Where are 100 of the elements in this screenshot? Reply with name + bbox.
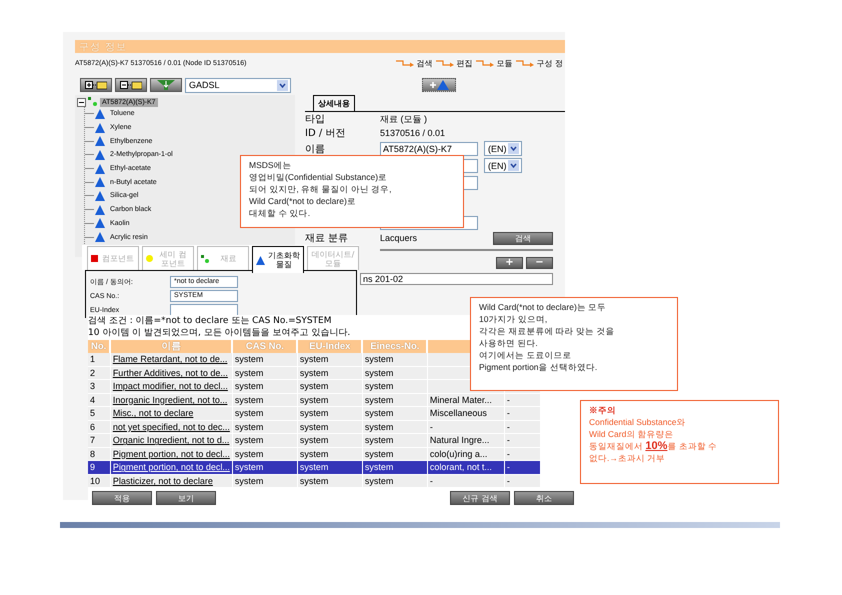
callout-text: Wild Card(*not to declare)는 모두 10가지가 있으며, 각각은 재료분류에 따라 맞는 것을 사용하면 된다. 여기에서는 도료이므로 Pigment portion을 선택하였다. — [479, 301, 614, 373]
table-cell: 8 — [90, 448, 96, 459]
tab[interactable]: 상세내용 — [313, 95, 355, 111]
table-cell: - — [430, 476, 433, 486]
table-cell: - — [430, 422, 433, 432]
language-dropdown[interactable]: (EN) — [484, 141, 522, 156]
result-summary: 10 아이템 이 발견되었으며, 모든 아이템들을 보여주고 있습니다. — [88, 327, 350, 339]
table-cell: colorant, not t... — [430, 462, 492, 472]
triangle-icon — [95, 136, 105, 146]
field-label: ID / 버전 — [305, 128, 346, 139]
field-label: 이름 — [305, 144, 325, 154]
table-cell: system — [364, 408, 394, 418]
table-cell: system — [364, 354, 394, 364]
table-cell: system — [300, 476, 328, 486]
table-cell: system — [234, 394, 264, 405]
table-cell: Miscellaneous — [430, 408, 487, 418]
table-cell: system — [364, 476, 394, 486]
triangle-icon — [95, 232, 105, 242]
action-button[interactable]: 적용 — [92, 491, 152, 505]
breadcrumb-link[interactable]: 검색 — [416, 58, 432, 68]
table-cell: system — [300, 408, 328, 418]
table-cell: system — [234, 422, 264, 432]
minus-folder-icon — [120, 80, 142, 90]
caret-icon — [508, 143, 519, 154]
funnel-icon — [157, 80, 175, 90]
table-cell: system — [300, 354, 328, 364]
table-cell: system — [364, 381, 394, 392]
expand-all-button[interactable] — [80, 78, 112, 92]
table-cell: system — [234, 462, 264, 472]
table-cell: system — [300, 435, 328, 446]
table-cell: system — [234, 476, 264, 486]
table-cell: system — [364, 448, 394, 459]
table-cell: system — [234, 408, 264, 418]
filter-button[interactable] — [150, 78, 182, 92]
table-cell: system — [364, 394, 394, 405]
node-dots-icon — [88, 97, 98, 107]
table-cell: system — [300, 394, 328, 405]
step-arrow-icon — [516, 59, 534, 67]
table-cell: colo(u)ring a... — [430, 448, 488, 459]
breadcrumb-link[interactable]: 모듈 — [496, 58, 512, 68]
collapse-all-button[interactable] — [115, 78, 147, 92]
breadcrumb-link[interactable]: 편집 — [456, 58, 472, 68]
table-cell: 9 — [90, 462, 96, 472]
table-cell: system — [300, 368, 328, 378]
field-value: Lacquers — [380, 233, 418, 243]
input-field[interactable] — [170, 304, 238, 316]
tab[interactable]: 기초화학물질 — [252, 246, 304, 273]
table-cell: - — [506, 394, 510, 405]
square-icon — [91, 255, 98, 262]
field-value: 재료 (모듈 ) — [380, 112, 427, 126]
table-cell: system — [234, 448, 264, 459]
table-cell: system — [234, 381, 264, 392]
table-cell: 2 — [90, 368, 96, 378]
table-cell: system — [300, 422, 328, 432]
table-cell: - — [506, 476, 510, 486]
table-cell: 6 — [90, 422, 96, 432]
regulation-field[interactable]: ns 201-02 — [360, 273, 553, 285]
step-arrow-icon — [436, 59, 454, 67]
field-label: 재료 분류 — [305, 233, 348, 244]
list-button[interactable]: − — [526, 257, 553, 269]
callout-text: MSDS에는 영업비밀(Confidential Substance)로 되어 있지만, 유해 물질이 아닌 경우, Wild Card(*not to declare)로 대체할 수 있다. — [249, 159, 392, 219]
table-cell: 7 — [90, 435, 96, 446]
triangle-icon — [95, 150, 105, 160]
step-arrow-icon — [476, 59, 494, 67]
table-cell: system — [364, 462, 394, 472]
action-button[interactable]: 보기 — [156, 491, 216, 505]
language-dropdown[interactable]: (EN) — [484, 158, 522, 173]
action-button[interactable]: 취소 — [514, 491, 574, 505]
callout-title: ※주의 — [589, 404, 617, 416]
callout-text: Confidential Substance와 Wild Card의 함유량은 동일재질에서 10%를 초과할 수 없다.→초과시 거부 — [589, 416, 718, 464]
field-label: 타입 — [305, 114, 325, 125]
filter-dropdown[interactable]: GADSL — [185, 78, 291, 92]
column-header: 이름 — [110, 340, 232, 353]
table-cell: - — [506, 435, 510, 446]
search-button[interactable]: 검색 — [493, 232, 553, 244]
action-button[interactable]: 신규 검색 — [450, 491, 510, 505]
list-button[interactable]: + — [496, 257, 523, 269]
breadcrumb-link[interactable]: 구성 정 — [536, 58, 563, 68]
caret-icon — [508, 160, 519, 171]
plus-folder-icon — [85, 80, 107, 90]
triangle-icon — [95, 122, 105, 133]
table-cell: system — [234, 368, 264, 378]
step-arrow-icon — [396, 59, 414, 67]
table-cell: system — [364, 435, 394, 446]
column-header: CAS No. — [232, 340, 298, 353]
table-cell: - — [506, 462, 510, 472]
table-cell: 4 — [90, 394, 96, 405]
table-cell: Natural Ingre... — [430, 435, 490, 446]
caret-icon — [277, 80, 288, 90]
table-cell: system — [364, 368, 394, 378]
table-cell: system — [234, 435, 264, 446]
table-cell: - — [506, 448, 510, 459]
input-field[interactable]: AT5872(A)(S)-K7 — [380, 142, 478, 156]
table-cell: system — [364, 422, 394, 432]
triangle-icon — [95, 108, 105, 119]
add-substance-button[interactable] — [422, 78, 456, 92]
table-cell: - — [506, 422, 510, 432]
column-header: EU-Index — [297, 340, 362, 353]
table-cell: 3 — [90, 381, 96, 392]
column-header: No. — [88, 340, 110, 353]
